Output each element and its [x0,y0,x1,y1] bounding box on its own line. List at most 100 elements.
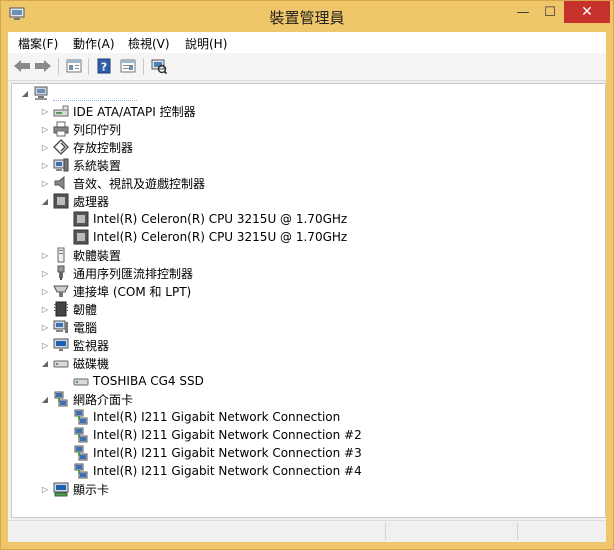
tree-node-cpu-2[interactable]: Intel(R) Celeron(R) CPU 3215U @ 1.70GHz [60,228,347,246]
tree-node-sound-video-game[interactable]: ▷ 音效、視訊及遊戲控制器 [40,174,205,192]
tree-node-storage-controllers[interactable]: ▷ 存放控制器 [40,138,133,156]
view-button[interactable] [118,57,138,75]
usb-icon [57,265,65,280]
tree-node-label: 網路介面卡 [73,392,134,407]
forward-icon [35,60,51,72]
minimize-button[interactable]: — [509,1,537,23]
expanded-arrow-icon[interactable]: ◢ [40,358,50,368]
tree-node-label [53,86,137,101]
tree-node-label: 監視器 [73,338,110,353]
network-adapter-icon [54,391,68,407]
processor-icon [53,193,69,209]
close-button[interactable]: ✕ [564,1,610,23]
title-bar[interactable]: 裝置管理員 — ☐ ✕ [1,1,613,31]
scan-hardware-button[interactable] [149,57,169,75]
monitor-icon [53,338,69,351]
collapsed-arrow-icon[interactable]: ▷ [40,142,50,152]
properties-button[interactable] [64,57,84,75]
menu-file[interactable]: 檔案(F) [18,35,58,52]
tree-node-firmware[interactable]: ▷ 韌體 [40,300,97,318]
tree-node-display-adapters[interactable]: ▷ 顯示卡 [40,480,109,498]
expanded-arrow-icon[interactable]: ◢ [20,88,30,98]
collapsed-arrow-icon[interactable]: ▷ [40,286,50,296]
collapsed-arrow-icon[interactable]: ▷ [40,340,50,350]
tree-node-network-adapters[interactable]: ◢ 網路介面卡 [40,390,133,408]
menu-view[interactable]: 檢視(V) [128,35,170,52]
tree-node-ports[interactable]: ▷ 連接埠 (COM 和 LPT) [40,282,191,300]
tree-node-label: TOSHIBA CG4 SSD [93,374,204,388]
tree-node-label: 處理器 [73,194,110,209]
collapsed-arrow-icon[interactable]: ▷ [40,484,50,494]
device-manager-window: 裝置管理員 — ☐ ✕ 檔案(F) 動作(A) 檢視(V) 說明(H) ? ◢ … [0,0,614,550]
tree-node-nic-3[interactable]: Intel(R) I211 Gigabit Network Connection… [60,444,362,462]
tree-node-toshiba-ssd[interactable]: TOSHIBA CG4 SSD [60,372,204,390]
scan-hardware-icon [151,59,167,74]
menu-help[interactable]: 說明(H) [185,35,227,52]
back-button[interactable] [12,57,32,75]
svg-text:?: ? [101,61,107,74]
tree-node-label: 系統裝置 [73,158,122,173]
tree-node-print-queues[interactable]: ▷ 列印佇列 [40,120,121,138]
ide-controller-icon [53,105,69,117]
menu-bar: 檔案(F) 動作(A) 檢視(V) 說明(H) [8,32,606,53]
storage-controller-icon [53,139,69,155]
tree-node-computer-root[interactable]: ◢ [20,84,137,102]
computer-icon [53,320,68,333]
tree-node-label: Intel(R) I211 Gigabit Network Connection… [93,446,362,460]
tree-node-label: 電腦 [73,320,98,335]
help-button[interactable]: ? [94,57,114,75]
collapsed-arrow-icon[interactable]: ▷ [40,106,50,116]
tree-node-processors[interactable]: ◢ 處理器 [40,192,109,210]
collapsed-arrow-icon[interactable]: ▷ [40,160,50,170]
display-adapter-icon [53,482,69,497]
collapsed-arrow-icon[interactable]: ▷ [40,304,50,314]
toolbar: ? [8,53,606,81]
properties-icon [66,59,82,73]
disk-drive-icon [53,360,69,368]
collapsed-arrow-icon[interactable]: ▷ [40,268,50,278]
toolbar-separator [88,58,89,75]
tree-node-label: 磁碟機 [73,356,110,371]
status-cell [385,523,516,540]
status-bar [8,520,606,542]
tree-node-label: IDE ATA/ATAPI 控制器 [73,104,196,119]
tree-node-nic-2[interactable]: Intel(R) I211 Gigabit Network Connection… [60,426,362,444]
collapsed-arrow-icon[interactable]: ▷ [40,322,50,332]
printer-icon [53,121,69,137]
back-icon [14,60,30,72]
toolbar-separator [143,58,144,75]
expanded-arrow-icon[interactable]: ◢ [40,196,50,206]
tree-node-software-devices[interactable]: ▷ 軟體裝置 [40,246,121,264]
client-area: 檔案(F) 動作(A) 檢視(V) 說明(H) ? ◢ ▷ IDE ATA/AT… [8,32,606,542]
status-cell [517,523,606,540]
tree-node-nic-1[interactable]: Intel(R) I211 Gigabit Network Connection [60,408,340,426]
tree-node-label: 存放控制器 [73,140,134,155]
tree-node-label: 顯示卡 [73,482,110,497]
tree-node-label: Intel(R) I211 Gigabit Network Connection… [93,428,362,442]
tree-node-label: 連接埠 (COM 和 LPT) [73,284,192,299]
tree-node-system-devices[interactable]: ▷ 系統裝置 [40,156,121,174]
network-adapter-icon [74,463,88,479]
tree-node-ide-controllers[interactable]: ▷ IDE ATA/ATAPI 控制器 [40,102,196,120]
forward-button[interactable] [33,57,53,75]
processor-icon [73,229,89,245]
processor-icon [73,211,89,227]
tree-node-label: Intel(R) I211 Gigabit Network Connection [93,410,341,424]
tree-node-nic-4[interactable]: Intel(R) I211 Gigabit Network Connection… [60,462,362,480]
toolbar-separator [58,58,59,75]
menu-action[interactable]: 動作(A) [73,35,115,52]
collapsed-arrow-icon[interactable]: ▷ [40,124,50,134]
port-icon [53,285,69,297]
tree-node-label: 通用序列匯流排控制器 [73,266,194,281]
tree-node-computer[interactable]: ▷ 電腦 [40,318,97,336]
tree-node-label: Intel(R) I211 Gigabit Network Connection… [93,464,362,478]
tree-node-disk-drives[interactable]: ◢ 磁碟機 [40,354,109,372]
collapsed-arrow-icon[interactable]: ▷ [40,250,50,260]
tree-node-monitors[interactable]: ▷ 監視器 [40,336,109,354]
tree-node-cpu-1[interactable]: Intel(R) Celeron(R) CPU 3215U @ 1.70GHz [60,210,347,228]
collapsed-arrow-icon[interactable]: ▷ [40,178,50,188]
maximize-button[interactable]: ☐ [537,1,563,23]
minimize-icon: — [516,4,530,20]
expanded-arrow-icon[interactable]: ◢ [40,394,50,404]
tree-node-usb-controllers[interactable]: ▷ 通用序列匯流排控制器 [40,264,193,282]
